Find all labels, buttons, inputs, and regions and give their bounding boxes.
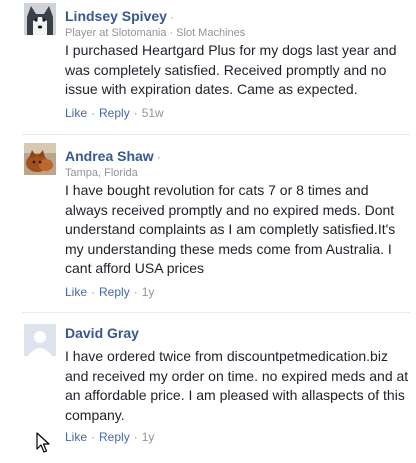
avatar-cat[interactable] (24, 143, 56, 175)
avatar-husky[interactable] (24, 3, 56, 35)
comment-author[interactable]: Lindsey Spivey (65, 8, 167, 24)
action-separator: · (133, 430, 138, 444)
comment-body: I have ordered twice from discountpetmed… (65, 348, 409, 423)
comment-actions: Like · Reply · 51w (65, 106, 164, 120)
action-separator: · (91, 285, 96, 299)
action-separator: · (133, 285, 138, 299)
comment-body: I have bought revolution for cats 7 or 8… (65, 182, 396, 276)
action-separator: · (133, 106, 138, 120)
default-avatar-icon (24, 324, 56, 356)
avatar-default[interactable] (24, 324, 56, 356)
comment-timestamp[interactable]: 51w (142, 106, 164, 120)
name-separator: · (169, 10, 174, 24)
comment-author[interactable]: David Gray (65, 325, 139, 341)
cat-avatar-icon (24, 143, 56, 175)
like-button[interactable]: Like (65, 106, 87, 120)
like-button[interactable]: Like (65, 430, 87, 444)
name-separator: · (156, 150, 161, 164)
comment-subtitle: Player at Slotomania · Slot Machines (65, 27, 245, 40)
subtitle-location[interactable]: Tampa, Florida (65, 167, 138, 179)
comment-actions: Like · Reply · 1y (65, 430, 154, 444)
reply-button[interactable]: Reply (99, 430, 130, 444)
action-separator: · (91, 106, 96, 120)
comment-body: I purchased Heartgard Plus for my dogs l… (65, 42, 397, 97)
comment-author[interactable]: Andrea Shaw (65, 148, 154, 164)
action-separator: · (91, 430, 96, 444)
subtitle-separator: · (169, 27, 174, 39)
reply-button[interactable]: Reply (99, 106, 130, 120)
comment-timestamp[interactable]: 1y (142, 430, 155, 444)
like-button[interactable]: Like (65, 285, 87, 299)
mouse-cursor-icon (36, 432, 50, 453)
comment-actions: Like · Reply · 1y (65, 285, 154, 299)
husky-avatar-icon (24, 3, 56, 35)
comment-subtitle: Tampa, Florida (65, 167, 138, 180)
subtitle-workplace[interactable]: Player at Slotomania (65, 27, 167, 39)
comment-item: Andrea Shaw · Tampa, Florida I have bough… (0, 135, 416, 309)
comment-item: Lindsey Spivey · Player at Slotomania · Slo… (0, 0, 416, 132)
comment-item: David Gray I have ordered twice from dis… (0, 313, 416, 463)
subtitle-game[interactable]: Slot Machines (176, 27, 245, 39)
comment-timestamp[interactable]: 1y (142, 285, 155, 299)
reply-button[interactable]: Reply (99, 285, 130, 299)
